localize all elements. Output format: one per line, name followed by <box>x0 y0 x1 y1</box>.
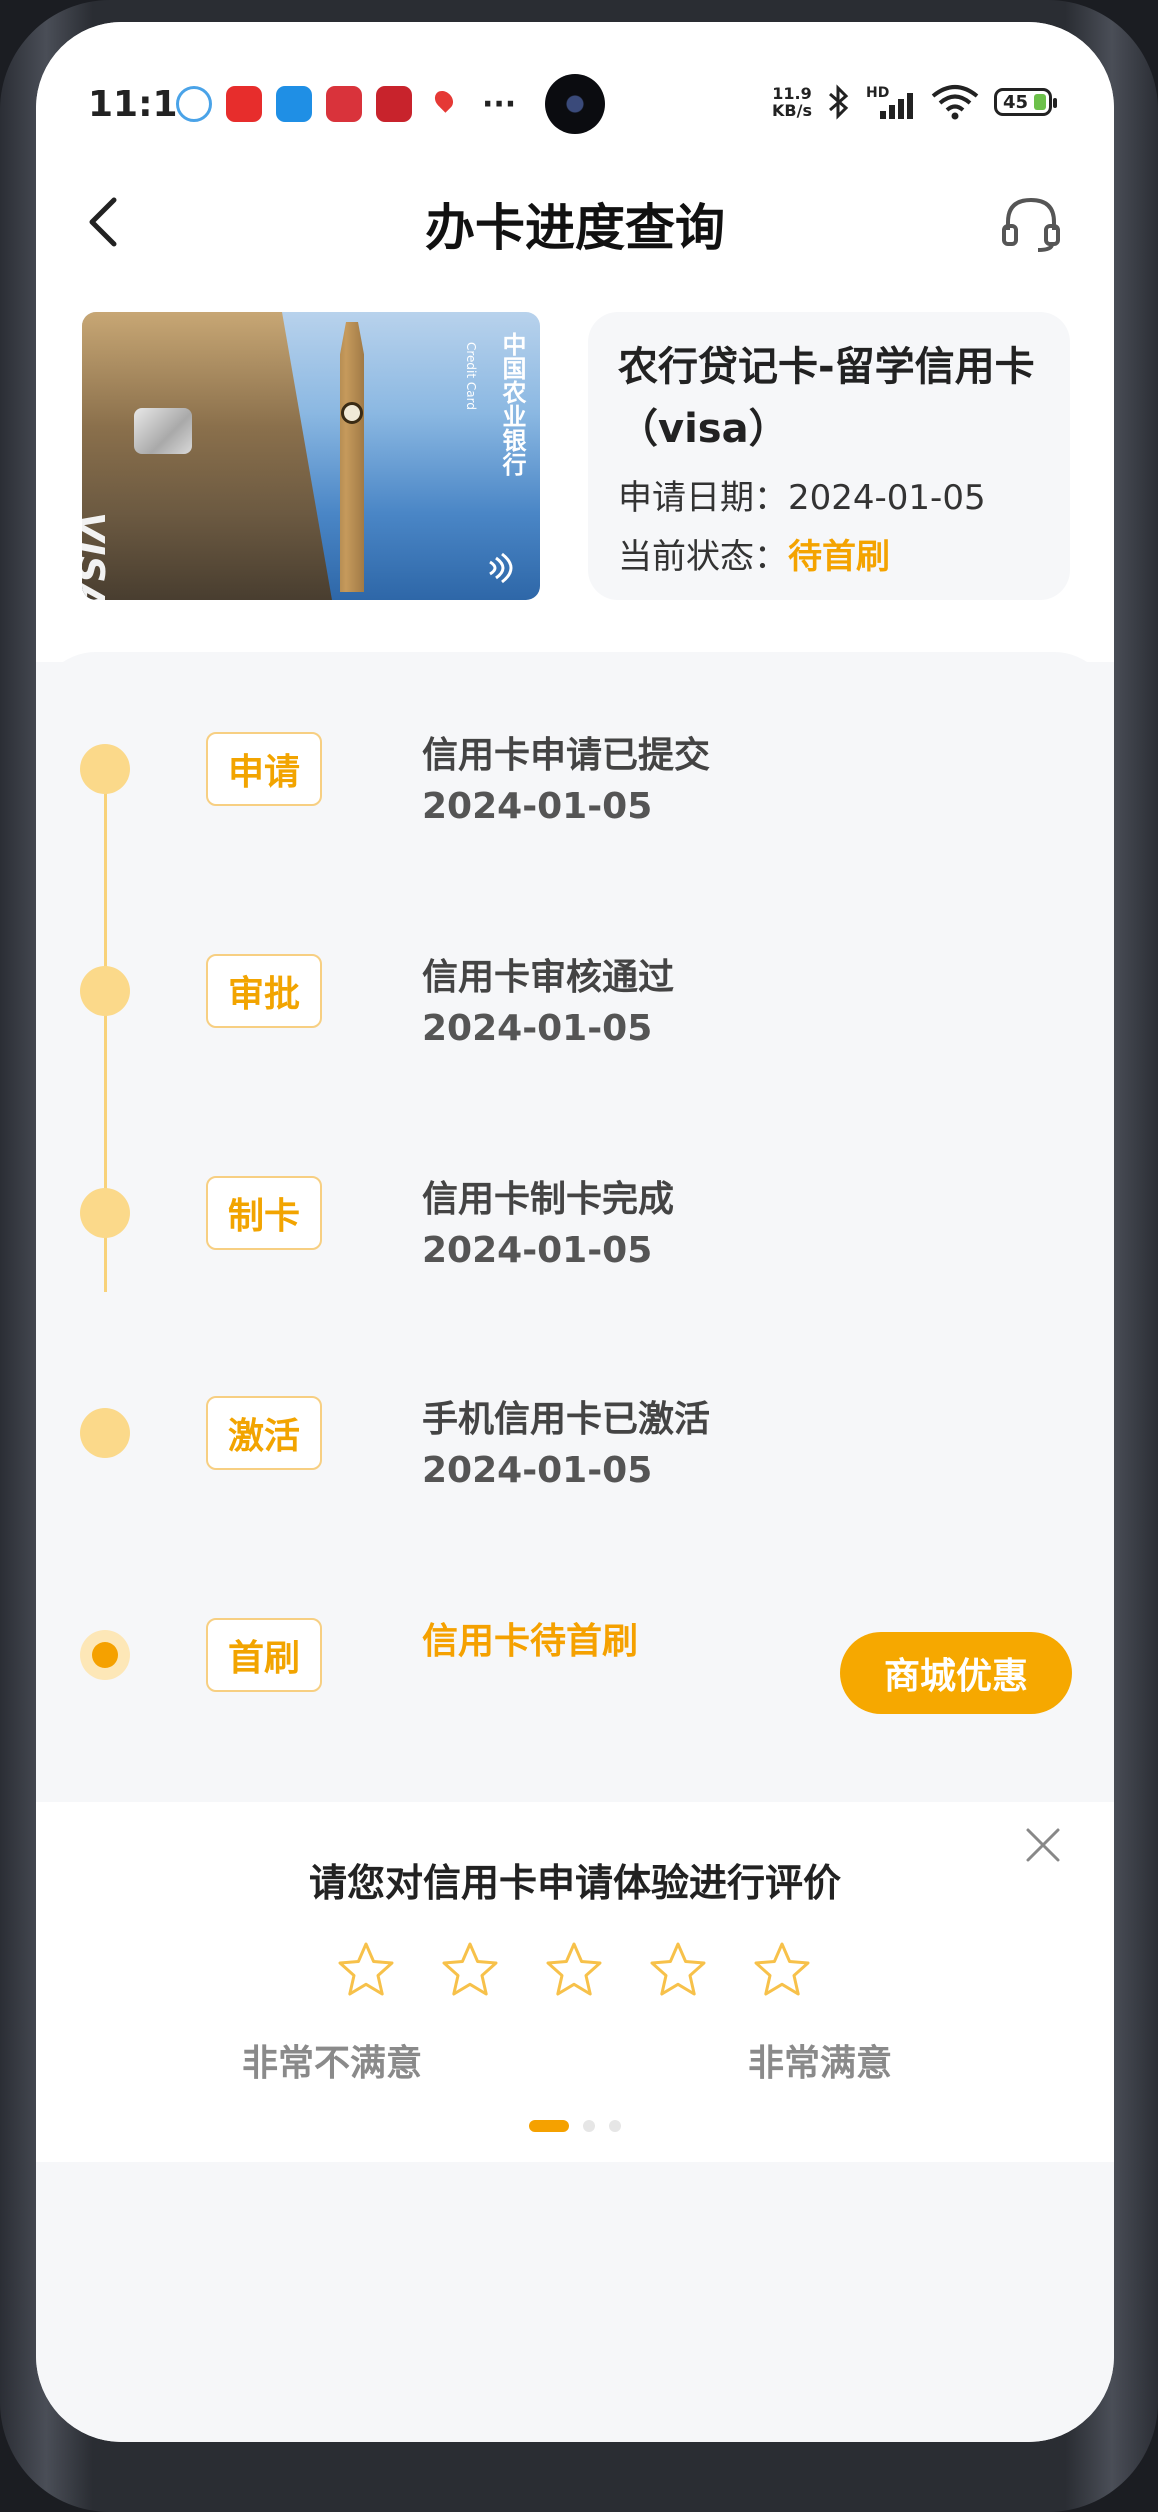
step-dot <box>80 966 130 1016</box>
apply-date-value: 2024-01-05 <box>788 478 986 518</box>
step-dot <box>80 1408 130 1458</box>
card-summary: VISA 中国农业银行 Credit Card 农行贷记卡-留学信用卡（visa… <box>36 282 1114 662</box>
status-label: 当前状态： <box>618 537 788 577</box>
net-speed-unit: KB/s <box>772 101 812 120</box>
step-dot <box>80 744 130 794</box>
timeline-step-activate: 激活 手机信用卡已激活 2024-01-05 <box>36 1396 1114 1528</box>
rating-panel: 请您对信用卡申请体验进行评价 非常不满意 非常满意 <box>36 1802 1114 2162</box>
step-tag: 首刷 <box>206 1618 322 1692</box>
step-dot-current <box>80 1630 130 1680</box>
bluetooth-icon <box>829 84 849 120</box>
bilibili-icon <box>276 86 312 122</box>
star-icon[interactable] <box>544 1940 604 2000</box>
step-tag: 申请 <box>206 732 322 806</box>
phone-frame: 11:14 ··· 11.9 KB/s HD 45 办卡进度查询 VIS 中国农… <box>0 0 1158 2512</box>
step-description: 信用卡待首刷 <box>422 1621 639 1662</box>
status-value: 待首刷 <box>788 537 890 577</box>
step-description: 信用卡制卡完成 <box>422 1179 675 1220</box>
star-rating <box>336 1940 812 2000</box>
map-pin-icon <box>426 86 462 122</box>
net-speed-value: 11.9 <box>772 84 812 103</box>
card-brand: VISA <box>82 512 112 600</box>
credit-card-image: VISA 中国农业银行 Credit Card <box>82 312 540 600</box>
status-row: 当前状态：待首刷 <box>618 529 1040 578</box>
star-icon[interactable] <box>648 1940 708 2000</box>
page-dot-active <box>529 2120 569 2132</box>
step-date: 2024-01-05 <box>422 1450 653 1491</box>
clock-tower-art <box>340 322 364 592</box>
progress-timeline: 申请 信用卡申请已提交 2024-01-05 审批 信用卡审核通过 2024-0… <box>36 652 1114 1802</box>
system-indicators: 11.9 KB/s HD 45 <box>772 84 1057 120</box>
wifi-icon <box>931 85 979 120</box>
cloud-app-icon <box>176 86 212 122</box>
step-description: 手机信用卡已激活 <box>422 1399 711 1440</box>
step-tag: 制卡 <box>206 1176 322 1250</box>
battery-level: 45 <box>1003 91 1029 113</box>
rating-low-label: 非常不满意 <box>242 2043 423 2084</box>
card-info-box: 农行贷记卡-留学信用卡（visa） 申请日期：2024-01-05 当前状态：待… <box>588 312 1070 600</box>
page-dot <box>609 2120 621 2132</box>
headset-icon[interactable] <box>998 190 1064 256</box>
step-tag: 审批 <box>206 954 322 1028</box>
card-bank-name-en: Credit Card <box>464 342 478 410</box>
step-description: 信用卡审核通过 <box>422 957 675 998</box>
page-indicator <box>36 2120 1114 2132</box>
notification-icons: ··· <box>176 86 516 122</box>
star-icon[interactable] <box>336 1940 396 2000</box>
screen: 11:14 ··· 11.9 KB/s HD 45 办卡进度查询 VIS 中国农… <box>36 22 1114 2442</box>
step-date: 2024-01-05 <box>422 1230 653 1271</box>
step-dot <box>80 1188 130 1238</box>
mall-offers-button[interactable]: 商城优惠 <box>840 1632 1072 1714</box>
more-notifications: ··· <box>482 86 517 122</box>
rating-high-label: 非常满意 <box>748 2043 893 2084</box>
net-speed: 11.9 KB/s <box>772 85 812 119</box>
card-chip <box>134 408 192 454</box>
page-dot <box>583 2120 595 2132</box>
novel-app-icon <box>326 86 362 122</box>
page-title: 办卡进度查询 <box>425 199 725 257</box>
nav-header: 办卡进度查询 <box>36 162 1114 282</box>
contactless-icon <box>489 552 513 584</box>
step-tag: 激活 <box>206 1396 322 1470</box>
rating-title: 请您对信用卡申请体验进行评价 <box>308 1861 841 1905</box>
timeline-step-apply: 申请 信用卡申请已提交 2024-01-05 <box>36 732 1114 864</box>
card-product-name: 农行贷记卡-留学信用卡（visa） <box>618 344 1035 452</box>
step-date: 2024-01-05 <box>422 1008 653 1049</box>
step-date: 2024-01-05 <box>422 786 653 827</box>
star-icon[interactable] <box>752 1940 812 2000</box>
netease-music-icon <box>226 86 262 122</box>
front-camera <box>545 74 605 134</box>
battery-icon: 45 <box>994 88 1057 116</box>
game-app-icon <box>376 86 412 122</box>
step-description: 信用卡申请已提交 <box>422 735 711 776</box>
apply-date-label: 申请日期： <box>618 478 788 518</box>
timeline-step-approve: 审批 信用卡审核通过 2024-01-05 <box>36 954 1114 1086</box>
card-artwork <box>82 312 332 600</box>
status-bar: 11:14 ··· 11.9 KB/s HD 45 <box>36 22 1114 162</box>
clock-face-art <box>341 402 363 424</box>
bottom-blank-area <box>36 2162 1114 2442</box>
star-icon[interactable] <box>440 1940 500 2000</box>
apply-date-row: 申请日期：2024-01-05 <box>618 470 1040 519</box>
timeline-step-make: 制卡 信用卡制卡完成 2024-01-05 <box>36 1176 1114 1308</box>
signal-icon: HD <box>866 85 916 119</box>
